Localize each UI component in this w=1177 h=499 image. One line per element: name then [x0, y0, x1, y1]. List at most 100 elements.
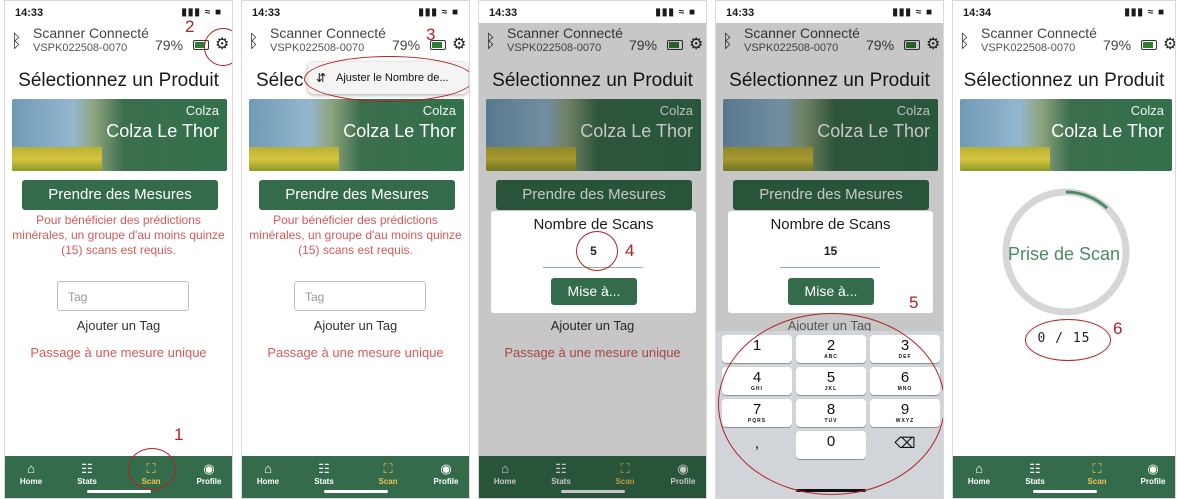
nav-stats[interactable]: ☷ Stats — [304, 461, 344, 486]
nav-scan[interactable]: ⛶ Scan — [368, 461, 408, 486]
product-name: Colza Le Thor — [343, 121, 456, 141]
product-name: Colza Le Thor — [106, 121, 219, 141]
dialog-title: Nombre de Scans — [770, 216, 891, 233]
status-time: 14:33 — [489, 7, 518, 19]
status-icons: ▮▮▮ ≈ ■ — [892, 7, 933, 18]
page-title: Sélectionnez un Produit — [18, 70, 219, 91]
scan-count-input[interactable]: 15 — [728, 244, 933, 258]
phone-screen-2: 14:33 ▮▮▮ ≈ ■ ᛒ Scanner Connecté VSPK022… — [241, 0, 470, 499]
add-tag-button[interactable]: Ajouter un Tag — [5, 318, 232, 333]
app-header: ᛒ Scanner Connecté VSPK022508-0070 79% ⚙ — [957, 23, 1175, 67]
status-icons: ▮▮▮ ≈ ■ — [655, 7, 696, 18]
field-image — [960, 147, 1050, 171]
status-bar: 14:33 ▮▮▮ ≈ ■ — [726, 7, 933, 21]
annotation-number-6: 6 — [1113, 319, 1123, 338]
home-indicator — [1033, 490, 1097, 493]
battery-icon — [1141, 40, 1157, 50]
scan-icon: ⛶ — [383, 461, 393, 476]
nav-home[interactable]: ⌂ Home — [11, 461, 51, 486]
bottom-nav: ⌂ Home ☷ Stats ⛶ Scan ◉ Profile — [242, 456, 469, 498]
scan-icon: ⛶ — [1092, 461, 1102, 476]
annotation-circle-5 — [718, 313, 943, 495]
page-title: Sélectionnez un Produit — [963, 70, 1165, 91]
stats-icon: ☷ — [318, 461, 330, 476]
annotation-circle-6 — [1025, 319, 1111, 361]
nav-profile[interactable]: ◉ Profile — [1133, 461, 1173, 486]
update-button[interactable]: Mise à... — [788, 278, 874, 305]
home-icon: ⌂ — [975, 461, 983, 476]
status-bar: 14:33 ▮▮▮ ≈ ■ — [252, 7, 459, 21]
connection-status: Scanner Connecté — [270, 25, 386, 41]
add-tag-button[interactable]: Ajouter un Tag — [242, 318, 469, 333]
connection-status: Scanner Connecté — [981, 25, 1097, 41]
nav-scan[interactable]: ⛶ Scan — [1077, 461, 1117, 486]
bottom-nav: ⌂ Home ☷ Stats ⛶ Scan ◉ Profile — [5, 456, 232, 498]
phone-screen-5: 14:34 ▮▮▮ ≈ ■ ᛒ Scanner Connecté VSPK022… — [952, 0, 1176, 499]
nav-stats[interactable]: ☷ Stats — [1015, 461, 1055, 486]
update-button[interactable]: Mise à... — [551, 278, 637, 305]
scanner-serial: VSPK022508-0070 — [270, 42, 365, 54]
home-icon: ⌂ — [264, 461, 272, 476]
annotation-circle-1 — [128, 448, 176, 490]
status-bar: 14:34 ▮▮▮ ≈ ■ — [963, 7, 1165, 21]
status-time: 14:34 — [963, 7, 992, 19]
single-measure-link[interactable]: Passage à une mesure unique — [5, 345, 232, 360]
stats-icon: ☷ — [1029, 461, 1041, 476]
bluetooth-icon: ᛒ — [959, 31, 970, 51]
annotation-number-1: 1 — [174, 425, 184, 444]
product-crop: Colza — [1130, 103, 1164, 118]
nav-home[interactable]: ⌂ Home — [959, 461, 999, 486]
nav-profile[interactable]: ◉ Profile — [189, 461, 229, 486]
connection-status: Scanner Connecté — [33, 25, 149, 41]
product-banner[interactable]: Colza Colza Le Thor — [249, 99, 464, 171]
prediction-info: Pour bénéficier des prédictions minérale… — [12, 213, 225, 257]
home-icon: ⌂ — [27, 461, 35, 476]
phone-screen-4: 14:33 ▮▮▮ ≈ ■ ᛒ Scanner Connecté VSPK022… — [715, 0, 944, 499]
status-icons: ▮▮▮ ≈ ■ — [418, 7, 459, 18]
status-icons: ▮▮▮ ≈ ■ — [1124, 7, 1165, 18]
product-banner[interactable]: Colza Colza Le Thor — [12, 99, 227, 171]
annotation-number-4: 4 — [625, 241, 635, 260]
profile-icon: ◉ — [440, 461, 452, 476]
nav-profile[interactable]: ◉ Profile — [426, 461, 466, 486]
annotation-number-2: 2 — [185, 17, 195, 36]
product-crop: Colza — [422, 103, 456, 118]
status-time: 14:33 — [252, 7, 281, 19]
home-indicator — [87, 490, 151, 493]
field-image — [249, 147, 339, 171]
scanner-serial: VSPK022508-0070 — [981, 42, 1076, 54]
product-crop: Colza — [185, 103, 219, 118]
battery-level: 79% — [392, 37, 421, 53]
profile-icon: ◉ — [203, 461, 215, 476]
tag-input[interactable]: Tag — [57, 281, 189, 311]
annotation-number-5: 5 — [909, 293, 919, 312]
home-indicator — [324, 490, 388, 493]
bottom-nav: ⌂ Home ☷ Stats ⛶ Scan ◉ Profile — [953, 456, 1175, 498]
status-bar: 14:33 ▮▮▮ ≈ ■ — [489, 7, 696, 21]
gear-icon[interactable]: ⚙ — [452, 34, 466, 54]
app-header: ᛒ Scanner Connecté VSPK022508-0070 79% ⚙ — [9, 23, 229, 67]
tag-input[interactable]: Tag — [294, 281, 426, 311]
single-measure-link[interactable]: Passage à une mesure unique — [242, 345, 469, 360]
battery-level: 79% — [155, 37, 184, 53]
prediction-info: Pour bénéficier des prédictions minérale… — [249, 213, 462, 257]
nav-stats[interactable]: ☷ Stats — [67, 461, 107, 486]
bluetooth-icon: ᛒ — [248, 31, 259, 51]
profile-icon: ◉ — [1147, 461, 1159, 476]
input-underline — [780, 267, 880, 268]
annotation-circle-3 — [304, 56, 469, 102]
status-time: 14:33 — [726, 7, 755, 19]
take-measures-button[interactable]: Prendre des Mesures — [259, 180, 455, 210]
gear-icon[interactable]: ⚙ — [1163, 34, 1175, 54]
annotation-number-3: 3 — [426, 25, 436, 44]
field-image — [12, 147, 102, 171]
take-measures-button[interactable]: Prendre des Mesures — [22, 180, 218, 210]
scan-count-dialog: Nombre de Scans 15 Mise à... — [728, 211, 933, 313]
stats-icon: ☷ — [81, 461, 93, 476]
scan-status-label: Prise de Scan — [1007, 244, 1121, 264]
battery-level: 79% — [1103, 37, 1132, 53]
phone-screen-1: 14:33 ▮▮▮ ≈ ■ ᛒ Scanner Connecté VSPK022… — [4, 0, 233, 499]
product-banner[interactable]: Colza Colza Le Thor — [960, 99, 1172, 171]
status-time: 14:33 — [15, 7, 44, 19]
nav-home[interactable]: ⌂ Home — [248, 461, 288, 486]
